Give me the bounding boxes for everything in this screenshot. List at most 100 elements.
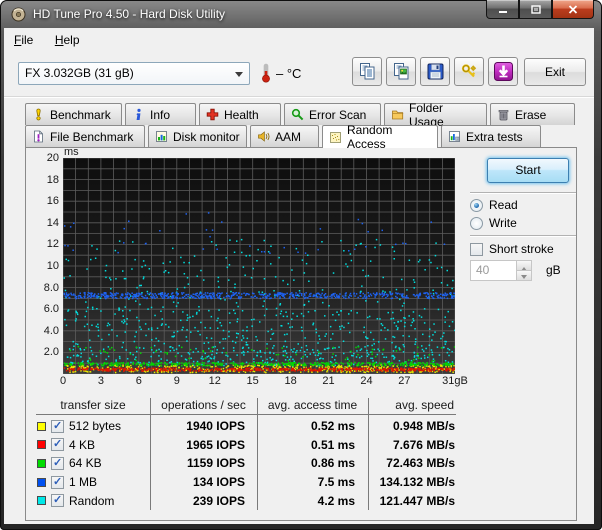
drive-select[interactable]: FX 3.032GB (31 gB) [18, 62, 250, 85]
tab-benchmark[interactable]: Benchmark [25, 103, 122, 125]
tab-health[interactable]: Health [199, 103, 281, 125]
tab-error-scan[interactable]: Error Scan [284, 103, 381, 125]
disk-monitor-icon [155, 130, 168, 143]
y-axis-unit: ms [64, 146, 79, 158]
tab-label: File Benchmark [50, 130, 133, 144]
panel-separator [470, 235, 576, 237]
copy-text-button[interactable] [352, 57, 382, 86]
row-checkbox[interactable] [51, 476, 64, 489]
menu-item-file[interactable]: File [7, 29, 40, 51]
row-checkbox[interactable] [51, 438, 64, 451]
save-button[interactable] [420, 57, 450, 86]
row-checkbox[interactable] [51, 457, 64, 470]
y-tick-label: 8.0 [26, 282, 59, 294]
temperature-readout: – °C [276, 66, 301, 81]
y-tick-label: 16 [26, 195, 59, 207]
client-area: File Help FX 3.032GB (31 gB) – °C [4, 28, 594, 524]
tab-label: Health [224, 108, 259, 122]
close-button[interactable] [552, 0, 594, 19]
radio-read-icon[interactable] [470, 199, 483, 212]
tab-erase[interactable]: Erase [490, 103, 575, 125]
row-access: 0.86 ms [257, 456, 368, 470]
options-button[interactable] [454, 57, 484, 86]
short-stroke-checkbox[interactable]: Short stroke [470, 242, 554, 256]
health-icon [206, 108, 219, 121]
minimize-button[interactable] [486, 0, 519, 19]
screenshot-button[interactable] [488, 57, 518, 86]
y-tick-label: 20 [26, 152, 59, 164]
copy-text-icon [358, 62, 377, 81]
row-speed: 0.948 MB/s [368, 419, 456, 433]
row-label: 64 KB [69, 456, 102, 470]
y-tick-label: 6.0 [26, 303, 59, 315]
tab-random-access[interactable]: Random Access [322, 125, 438, 148]
start-button[interactable]: Start [487, 158, 569, 183]
row-checkbox[interactable] [51, 420, 64, 433]
control-panel: Start Read Write Short stroke 40 [450, 148, 578, 522]
x-tick-label: 21 [322, 375, 334, 387]
exit-button[interactable]: Exit [524, 58, 586, 86]
row-ops: 1159 IOPS [150, 456, 257, 470]
row-label: 1 MB [69, 475, 97, 489]
benchmark-icon [32, 108, 45, 121]
row-access: 0.51 ms [257, 438, 368, 452]
radio-read-label: Read [489, 198, 518, 212]
tab-label: Benchmark [50, 108, 111, 122]
row-access: 7.5 ms [257, 475, 368, 489]
table-row: 1 MB 134 IOPS 7.5 ms 134.132 MB/s [36, 473, 456, 492]
tab-info[interactable]: Info [125, 103, 196, 125]
column-header-transfer-size: transfer size [36, 398, 150, 412]
spinner-down-button[interactable] [517, 270, 531, 280]
tab-label: Erase [515, 108, 546, 122]
tab-label: Error Scan [309, 108, 366, 122]
row-label: Random [69, 494, 114, 508]
row-checkbox[interactable] [51, 494, 64, 507]
random-access-icon [329, 131, 342, 144]
radio-write-label: Write [489, 216, 517, 230]
row-speed: 7.676 MB/s [368, 438, 456, 452]
titlebar: HD Tune Pro 4.50 - Hard Disk Utility [0, 0, 602, 28]
row-speed: 134.132 MB/s [368, 475, 456, 489]
window-title: HD Tune Pro 4.50 - Hard Disk Utility [33, 7, 225, 21]
table-header-line [36, 414, 456, 415]
close-icon [568, 5, 578, 14]
row-access: 0.52 ms [257, 419, 368, 433]
file-benchmark-icon [32, 130, 45, 143]
spinner-buttons [516, 261, 531, 280]
tab-label: Disk monitor [173, 130, 240, 144]
aam-icon [257, 130, 270, 143]
stroke-size-spinner[interactable]: 40 [470, 260, 532, 281]
column-header-avg-speed: avg. speed [368, 398, 456, 412]
tab-folder-usage[interactable]: Folder Usage [384, 103, 487, 125]
copy-image-icon [392, 62, 411, 81]
download-icon [493, 61, 514, 82]
column-header-access-time: avg. access time [257, 398, 368, 412]
tab-label: Extra tests [466, 130, 523, 144]
random-access-page: ms 2018161412108.06.04.02.0 036912151821… [25, 147, 577, 521]
maximize-button[interactable] [519, 0, 552, 19]
radio-read[interactable]: Read [470, 198, 518, 212]
y-tick-label: 4.0 [26, 325, 59, 337]
erase-icon [497, 108, 510, 121]
tab-label: Info [150, 108, 170, 122]
spinner-up-button[interactable] [517, 261, 531, 270]
x-tick-label: 3 [98, 375, 104, 387]
tab-file-benchmark[interactable]: File Benchmark [25, 125, 145, 147]
maximize-icon [531, 5, 541, 14]
row-color-swatch [37, 422, 46, 431]
minimize-icon [498, 5, 508, 14]
radio-write-icon[interactable] [470, 217, 483, 230]
x-tick-label: 15 [247, 375, 259, 387]
short-stroke-checkbox-icon[interactable] [470, 243, 483, 256]
chevron-down-icon [235, 72, 243, 81]
column-header-operations: operations / sec [150, 398, 257, 412]
tab-disk-monitor[interactable]: Disk monitor [148, 125, 247, 147]
tab-aam[interactable]: AAM [250, 125, 319, 147]
x-tick-label: 18 [284, 375, 296, 387]
copy-image-button[interactable] [386, 57, 416, 86]
row-ops: 239 IOPS [150, 494, 257, 508]
radio-write[interactable]: Write [470, 216, 517, 230]
tab-extra-tests[interactable]: Extra tests [441, 125, 541, 147]
menu-item-help[interactable]: Help [48, 29, 87, 51]
latency-scatter-plot [63, 158, 455, 374]
